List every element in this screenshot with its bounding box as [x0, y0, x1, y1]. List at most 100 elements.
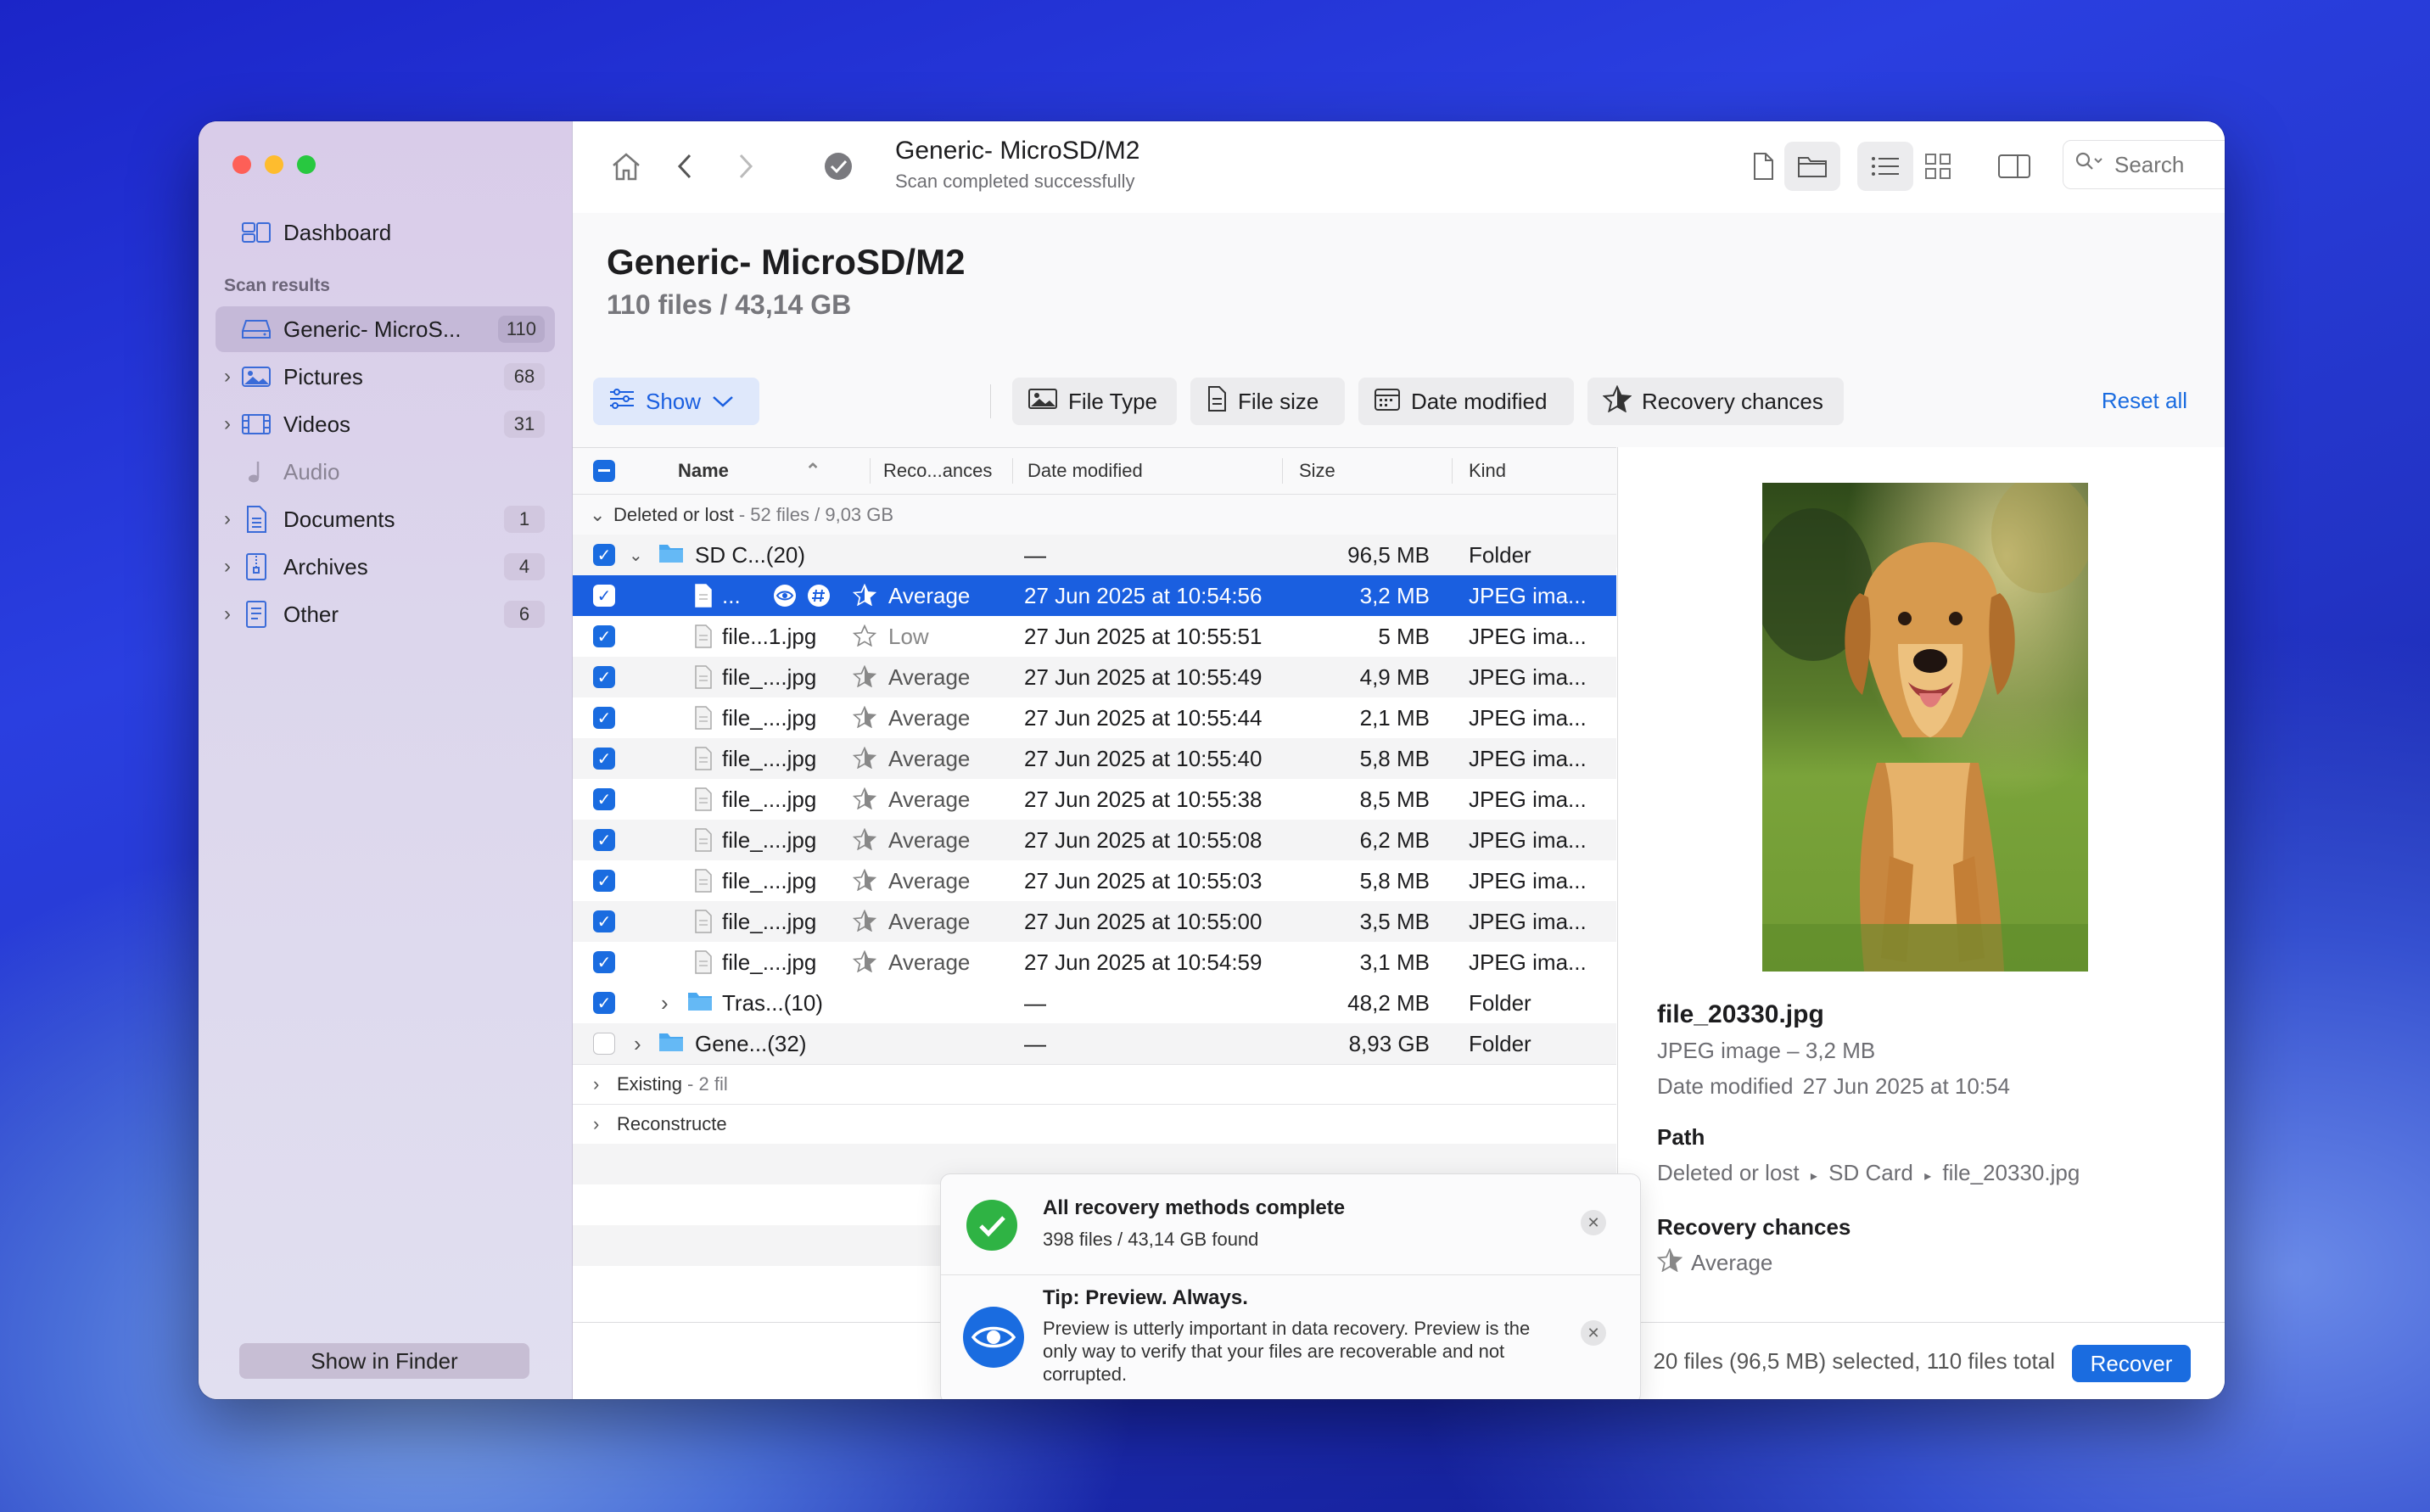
- file-size-filter-button[interactable]: File size: [1190, 378, 1345, 425]
- file-size: 4,9 MB: [1359, 664, 1430, 690]
- preview-path-label: Path: [1657, 1124, 1705, 1150]
- zoom-window-button[interactable]: [297, 155, 316, 174]
- sidebar-item-label: Other: [283, 601, 339, 627]
- file-type-filter-button[interactable]: File Type: [1012, 378, 1177, 425]
- file-kind: JPEG ima...: [1469, 908, 1587, 934]
- file-size: 3,2 MB: [1359, 582, 1430, 608]
- count-badge: 1: [504, 506, 545, 533]
- chevron-down-icon[interactable]: ⌄: [590, 504, 613, 526]
- image-icon: [1027, 387, 1058, 417]
- file-row[interactable]: ✓ file_....jpg Average 27 Jun 2025 at 10:55…: [573, 697, 1616, 738]
- close-icon[interactable]: ✕: [1581, 1210, 1606, 1235]
- folder-view-button[interactable]: [1784, 142, 1840, 191]
- column-header-kind[interactable]: Kind: [1469, 448, 1506, 494]
- date-modified-label: Date modified: [1411, 388, 1548, 414]
- column-header-date[interactable]: Date modified: [1027, 448, 1143, 494]
- file-row[interactable]: ✓ file_....jpg Average 27 Jun 2025 at 10:54…: [573, 942, 1616, 983]
- file-size: 3,1 MB: [1359, 949, 1430, 975]
- tip-body: Preview is utterly important in data rec…: [1043, 1318, 1531, 1385]
- show-in-finder-button[interactable]: Show in Finder: [239, 1343, 529, 1379]
- search-input[interactable]: [2113, 150, 2225, 179]
- chevron-right-icon[interactable]: ›: [216, 555, 239, 579]
- chevron-down-icon: [711, 389, 735, 415]
- folder-row-sd-card[interactable]: ✓ ⌄ SD C...(20) — 96,5 MB Folder: [573, 535, 1616, 575]
- calendar-icon: [1374, 386, 1401, 417]
- sidebar-item-dashboard[interactable]: Dashboard: [216, 210, 555, 255]
- sidebar-item-label: Archives: [283, 553, 368, 580]
- file-row[interactable]: ✓ file_....jpg Average 27 Jun 2025 at 10:55…: [573, 779, 1616, 820]
- file-row[interactable]: ✓ file_....jpg Average 27 Jun 2025 at 10:55…: [573, 657, 1616, 697]
- file-row[interactable]: ✓ file_....jpg Average 27 Jun 2025 at 10:55…: [573, 860, 1616, 901]
- tip-title: Tip: Preview. Always.: [1043, 1286, 1248, 1309]
- group-deleted-or-lost[interactable]: ⌄ Deleted or lost - 52 files / 9,03 GB: [573, 496, 1616, 535]
- reset-all-link[interactable]: Reset all: [2102, 388, 2187, 414]
- preview-image[interactable]: [1762, 483, 2088, 972]
- select-all-checkbox[interactable]: [593, 460, 615, 482]
- date-modified-filter-button[interactable]: Date modified: [1358, 378, 1574, 425]
- chevron-right-icon[interactable]: ›: [216, 412, 239, 436]
- file-kind: JPEG ima...: [1469, 623, 1587, 649]
- file-kind: JPEG ima...: [1469, 867, 1587, 893]
- column-header-recovery[interactable]: Reco...ances: [883, 448, 992, 494]
- file-size: 8,5 MB: [1359, 786, 1430, 812]
- search-field[interactable]: [2063, 140, 2225, 189]
- sidebar-item-documents[interactable]: › Documents 1: [216, 496, 555, 542]
- sidebar-item-device[interactable]: Generic- MicroS... 110: [216, 306, 555, 352]
- chevron-right-icon[interactable]: ›: [593, 1113, 617, 1135]
- group-reconstructed[interactable]: › Reconstructe: [573, 1105, 1616, 1145]
- file-row[interactable]: ✓... Average 27 Jun 2025 at 10:54:56 3,2 MB…: [573, 575, 1616, 616]
- file-size: 5 MB: [1378, 623, 1430, 649]
- sidebar: Dashboard Scan results Generic- MicroS..…: [199, 121, 573, 1399]
- document-icon: [239, 504, 273, 535]
- chevron-right-icon[interactable]: ›: [593, 1073, 617, 1095]
- list-view-button[interactable]: [1857, 142, 1913, 191]
- toolbar-subtitle: Scan completed successfully: [895, 171, 1135, 192]
- file-row[interactable]: ✓ file_....jpg Average 27 Jun 2025 at 10:55…: [573, 820, 1616, 860]
- forward-icon[interactable]: [725, 147, 764, 186]
- recovery-chances-label: Recovery chances: [1642, 388, 1823, 414]
- recover-button[interactable]: Recover: [2072, 1345, 2191, 1382]
- count-badge: 110: [497, 316, 545, 343]
- count-badge: 4: [504, 553, 545, 580]
- home-icon[interactable]: [607, 147, 646, 186]
- sort-ascending-icon: ⌃: [804, 460, 821, 481]
- file-view-button[interactable]: [1735, 142, 1791, 191]
- sidebar-item-audio[interactable]: Audio: [216, 449, 555, 495]
- chevron-right-icon[interactable]: ›: [216, 602, 239, 626]
- minimize-window-button[interactable]: [265, 155, 283, 174]
- file-size: 6,2 MB: [1359, 826, 1430, 853]
- column-header-size[interactable]: Size: [1299, 448, 1335, 494]
- sidebar-item-archives[interactable]: › Archives 4: [216, 544, 555, 590]
- file-size: 5,8 MB: [1359, 745, 1430, 771]
- page-subtitle: 110 files / 43,14 GB: [607, 289, 852, 320]
- chevron-right-icon[interactable]: ›: [216, 365, 239, 389]
- sidebar-item-other[interactable]: › Other 6: [216, 591, 555, 637]
- group-existing[interactable]: › Existing - 2 fil: [573, 1064, 1616, 1105]
- file-row[interactable]: ✓ file_....jpg Average 27 Jun 2025 at 10:55…: [573, 901, 1616, 942]
- drive-icon: [239, 314, 273, 344]
- sidebar-item-pictures[interactable]: › Pictures 68: [216, 354, 555, 400]
- chevron-right-icon[interactable]: ›: [216, 507, 239, 531]
- window-controls: [232, 155, 316, 174]
- file-row[interactable]: ✓ file_....jpg Average 27 Jun 2025 at 10:55…: [573, 738, 1616, 779]
- recovery-chances-filter-button[interactable]: Recovery chances: [1587, 378, 1844, 425]
- folder-row-trash[interactable]: ✓ › Tras...(10) — 48,2 MB Folder: [573, 983, 1616, 1023]
- back-icon[interactable]: [666, 147, 705, 186]
- close-window-button[interactable]: [232, 155, 251, 174]
- sidebar-item-label: Documents: [283, 506, 395, 532]
- close-icon[interactable]: ✕: [1581, 1320, 1606, 1346]
- notification-title: All recovery methods complete: [1043, 1196, 1346, 1219]
- star-icon: [1602, 384, 1632, 418]
- column-header-name[interactable]: Name ⌃: [678, 448, 820, 494]
- success-check-icon: [966, 1200, 1017, 1255]
- search-icon: [2074, 150, 2104, 180]
- toggle-preview-panel-button[interactable]: [1986, 142, 2042, 191]
- file-row[interactable]: ✓ file...1.jpg Low 27 Jun 2025 at 10:55:51 5…: [573, 616, 1616, 657]
- sidebar-item-videos[interactable]: › Videos 31: [216, 401, 555, 447]
- file-size: 3,5 MB: [1359, 908, 1430, 934]
- folder-row-generic[interactable]: › Gene...(32) — 8,93 GB Folder: [573, 1023, 1616, 1064]
- grid-view-button[interactable]: [1910, 142, 1966, 191]
- preview-filename: file_20330.jpg: [1657, 1000, 1824, 1028]
- show-filter-button[interactable]: Show: [593, 378, 759, 425]
- preview-path: Deleted or lost ▸ SD Card ▸ file_20330.j…: [1657, 1160, 2080, 1185]
